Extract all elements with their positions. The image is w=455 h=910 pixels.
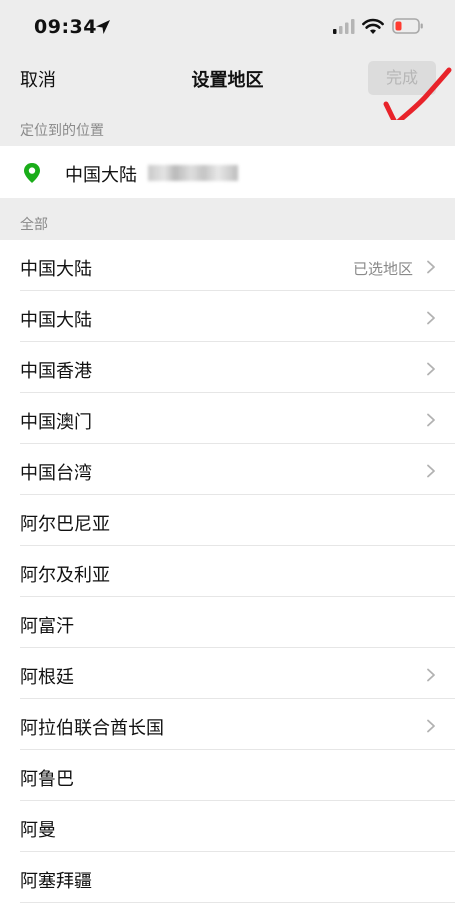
chevron-right-icon xyxy=(427,362,435,376)
region-row[interactable]: 中国澳门 xyxy=(0,393,455,444)
map-pin-icon xyxy=(24,163,40,183)
region-row[interactable]: 中国台湾 xyxy=(0,444,455,495)
status-time: 09:34 xyxy=(34,16,97,38)
region-row[interactable]: 中国大陆 已选地区 xyxy=(0,240,455,291)
region-row[interactable]: 阿根廷 xyxy=(0,648,455,699)
region-label: 中国大陆 xyxy=(20,310,92,331)
located-section-header: 定位到的位置 xyxy=(0,120,455,146)
region-label: 中国大陆 xyxy=(20,259,92,280)
region-row[interactable]: 阿曼 xyxy=(0,801,455,852)
chevron-right-icon xyxy=(427,668,435,682)
region-row[interactable]: 中国香港 xyxy=(0,342,455,393)
chevron-right-icon xyxy=(427,260,435,274)
wifi-icon xyxy=(362,18,384,34)
region-label: 阿塞拜疆 xyxy=(20,871,92,892)
region-label: 阿富汗 xyxy=(20,616,74,637)
region-label: 中国澳门 xyxy=(20,412,92,433)
region-row[interactable]: 阿鲁巴 xyxy=(0,750,455,801)
chevron-right-icon xyxy=(427,719,435,733)
region-label: 阿曼 xyxy=(20,820,56,841)
blurred-city-detail xyxy=(148,165,238,181)
located-region-label: 中国大陆 xyxy=(65,165,137,186)
cellular-signal-icon xyxy=(333,19,355,34)
region-row[interactable]: 阿拉伯联合酋长国 xyxy=(0,699,455,750)
chevron-right-icon xyxy=(427,311,435,325)
region-label: 阿尔巴尼亚 xyxy=(20,514,110,535)
region-row[interactable]: 阿富汗 xyxy=(0,597,455,648)
region-label: 阿根廷 xyxy=(20,667,74,688)
region-label: 中国香港 xyxy=(20,361,92,382)
selected-region-tag: 已选地区 xyxy=(352,260,413,278)
region-label: 阿尔及利亚 xyxy=(20,565,110,586)
region-label: 阿拉伯联合酋长国 xyxy=(20,718,164,739)
region-label: 中国台湾 xyxy=(20,463,92,484)
located-section-title: 定位到的位置 xyxy=(20,123,104,139)
battery-low-icon xyxy=(392,18,423,34)
location-arrow-icon xyxy=(96,20,110,34)
located-region-row[interactable]: 中国大陆 xyxy=(0,146,455,198)
chevron-right-icon xyxy=(427,413,435,427)
region-list: 中国大陆 已选地区 中国大陆 中国香港 中国澳门 中国台湾 阿尔巴尼亚 阿尔及利亚 阿富汗 阿根廷… xyxy=(0,240,455,903)
region-row[interactable]: 阿尔及利亚 xyxy=(0,546,455,597)
chevron-right-icon xyxy=(427,464,435,478)
all-section-header: 全部 xyxy=(0,198,455,240)
region-label: 阿鲁巴 xyxy=(20,769,74,790)
status-bar: 09:34 xyxy=(0,0,455,56)
region-row[interactable]: 阿尔巴尼亚 xyxy=(0,495,455,546)
all-section-title: 全部 xyxy=(20,217,48,233)
region-row[interactable]: 中国大陆 xyxy=(0,291,455,342)
region-row[interactable]: 阿塞拜疆 xyxy=(0,852,455,903)
